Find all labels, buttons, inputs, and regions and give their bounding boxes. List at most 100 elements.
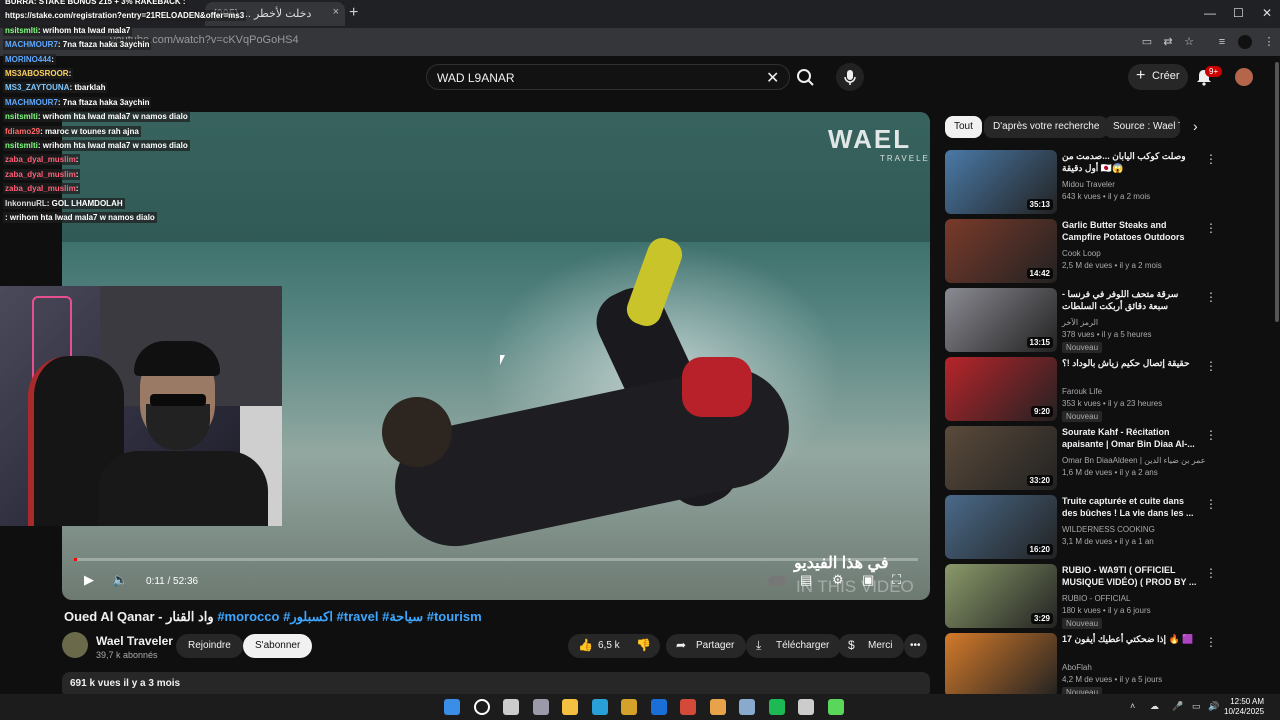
scrollbar[interactable] xyxy=(1275,62,1279,322)
tray-chevron-icon[interactable]: ˄ xyxy=(1130,701,1135,711)
rec-title[interactable]: RUBIO - WA9TI ( OFFICIEL MUSIQUE VIDÉO) … xyxy=(1062,564,1200,588)
subtitles-icon[interactable]: ▤ xyxy=(800,572,812,588)
recommended-video[interactable]: 33:20 Sourate Kahf - Récitation apaisante… xyxy=(945,426,1217,492)
taskbar-app-icon[interactable] xyxy=(798,699,814,715)
channel-avatar[interactable] xyxy=(62,632,88,658)
taskbar-app-icon[interactable] xyxy=(532,699,549,715)
new-tab-button[interactable]: + xyxy=(349,4,358,22)
profile-icon[interactable] xyxy=(1238,35,1252,49)
rec-channel[interactable]: الرمز الآخر xyxy=(1062,318,1098,327)
more-actions-button[interactable]: ••• xyxy=(904,634,927,658)
tab-close-icon[interactable]: × xyxy=(333,6,339,18)
user-avatar[interactable] xyxy=(1235,68,1253,86)
create-button[interactable]: + Créer xyxy=(1128,64,1188,90)
recommended-video[interactable]: 13:15 سرقة متحف اللوفر في فرنسا - سبعة دق… xyxy=(945,288,1217,354)
video-thumbnail[interactable]: 9:20 xyxy=(945,357,1057,421)
miniplayer-icon[interactable]: ▣ xyxy=(862,572,874,588)
taskbar-app-icon[interactable] xyxy=(591,699,608,715)
system-clock[interactable]: 12:50 AM 10/24/2025 xyxy=(1224,697,1264,717)
search-input[interactable]: WAD L9ANAR xyxy=(426,64,790,90)
more-options-icon[interactable]: ⋮ xyxy=(1205,290,1217,304)
autoplay-toggle[interactable] xyxy=(768,576,786,586)
mic-tray-icon[interactable]: 🎤 xyxy=(1172,701,1183,712)
volume-icon[interactable]: 🔈 xyxy=(112,572,128,588)
browser-menu-icon[interactable]: ⋮ xyxy=(1262,35,1276,49)
subscribe-button[interactable]: S'abonner xyxy=(243,634,313,658)
rec-title[interactable]: إذا ضحكتي أعطيك أيفون 17 🔥 🟪 xyxy=(1062,633,1200,645)
play-icon[interactable]: ▶ xyxy=(84,572,94,588)
more-options-icon[interactable]: ⋮ xyxy=(1205,221,1217,235)
recommended-video[interactable]: 9:20 حقيقة إتصال حكيم زياش بالوداد !؟ Faro… xyxy=(945,357,1217,423)
video-thumbnail[interactable]: 13:15 xyxy=(945,288,1057,352)
rec-title[interactable]: وصلت كوكب اليابان ...صدمت من أول دقيقة 🇯… xyxy=(1062,150,1200,174)
close-window-button[interactable]: ✕ xyxy=(1262,6,1272,20)
chip-related[interactable]: D'après votre recherche xyxy=(984,116,1109,138)
rec-title[interactable]: Truite capturée et cuite dans des bûches… xyxy=(1062,495,1200,519)
share-button[interactable]: ➦ Partager xyxy=(666,634,747,658)
rec-channel[interactable]: Omar Bn DiaaAldeen | عمر بن ضياء الدين xyxy=(1062,456,1206,465)
recommended-video[interactable]: 35:13 وصلت كوكب اليابان ...صدمت من أول دق… xyxy=(945,150,1217,216)
chip-all[interactable]: Tout xyxy=(945,116,982,138)
taskbar-app-icon[interactable] xyxy=(650,699,667,715)
taskbar-app-icon[interactable] xyxy=(473,699,490,715)
taskbar-app-icon[interactable] xyxy=(444,699,460,715)
clear-search-icon[interactable]: ✕ xyxy=(766,68,779,88)
search-button[interactable] xyxy=(790,62,822,92)
video-thumbnail[interactable]: 16:20 xyxy=(945,495,1057,559)
rec-channel[interactable]: AboFlah xyxy=(1062,663,1092,672)
recommended-video[interactable]: 14:42 Garlic Butter Steaks and Campfire P… xyxy=(945,219,1217,285)
extensions-icon[interactable]: ≡ xyxy=(1215,35,1229,49)
chip-source[interactable]: Source : Wael T xyxy=(1104,116,1180,138)
rec-title[interactable]: Garlic Butter Steaks and Campfire Potato… xyxy=(1062,219,1200,243)
more-options-icon[interactable]: ⋮ xyxy=(1205,152,1217,166)
maximize-button[interactable]: ☐ xyxy=(1233,6,1244,20)
rec-channel[interactable]: Cook Loop xyxy=(1062,249,1101,258)
video-thumbnail[interactable]: 3:29 xyxy=(945,564,1057,628)
rec-channel[interactable]: Farouk Life xyxy=(1062,387,1102,396)
taskbar-app-icon[interactable] xyxy=(739,699,755,715)
chevron-right-icon[interactable]: › xyxy=(1193,118,1198,134)
taskbar-app-icon[interactable] xyxy=(827,699,844,715)
recommended-video[interactable]: 3:29 RUBIO - WA9TI ( OFFICIEL MUSIQUE VID… xyxy=(945,564,1217,630)
rec-title[interactable]: سرقة متحف اللوفر في فرنسا - سبعة دقائق أ… xyxy=(1062,288,1200,314)
progress-bar[interactable] xyxy=(74,558,918,561)
like-count[interactable]: 6,5 k xyxy=(598,640,620,651)
translate-icon[interactable]: ⇄ xyxy=(1161,35,1175,49)
cast-icon[interactable]: ▭ xyxy=(1140,35,1154,49)
rec-channel[interactable]: Midou Traveler xyxy=(1062,180,1115,189)
video-thumbnail[interactable]: 35:13 xyxy=(945,150,1057,214)
taskbar-app-icon[interactable] xyxy=(621,699,637,715)
video-hashtags[interactable]: #morocco #اكسبلور #travel #سياحة #touris… xyxy=(217,609,481,624)
monitor-icon[interactable]: ▭ xyxy=(1192,701,1201,712)
voice-search-button[interactable] xyxy=(836,63,864,91)
download-button[interactable]: ⤓ Télécharger xyxy=(746,634,842,658)
network-icon[interactable]: ☁ xyxy=(1150,701,1159,712)
rec-channel[interactable]: RUBIO - OFFICIAL xyxy=(1062,594,1130,603)
channel-name[interactable]: Wael Traveler xyxy=(96,634,173,648)
settings-gear-icon[interactable]: ⚙ xyxy=(832,572,844,588)
fullscreen-icon[interactable]: ⛶ xyxy=(892,572,901,588)
video-thumbnail[interactable] xyxy=(945,633,1057,697)
taskbar-app-icon[interactable] xyxy=(768,699,785,715)
bookmark-star-icon[interactable]: ☆ xyxy=(1182,35,1196,49)
video-thumbnail[interactable]: 33:20 xyxy=(945,426,1057,490)
more-options-icon[interactable]: ⋮ xyxy=(1205,428,1217,442)
more-options-icon[interactable]: ⋮ xyxy=(1205,635,1217,649)
taskbar-app-icon[interactable] xyxy=(562,699,578,715)
more-options-icon[interactable]: ⋮ xyxy=(1205,566,1217,580)
join-button[interactable]: Rejoindre xyxy=(176,634,243,658)
more-options-icon[interactable]: ⋮ xyxy=(1205,497,1217,511)
thumbs-up-icon[interactable]: 👍 xyxy=(578,638,593,652)
video-thumbnail[interactable]: 14:42 xyxy=(945,219,1057,283)
rec-title[interactable]: حقيقة إتصال حكيم زياش بالوداد !؟ xyxy=(1062,357,1200,369)
recommended-video[interactable]: 16:20 Truite capturée et cuite dans des b… xyxy=(945,495,1217,561)
rec-title[interactable]: Sourate Kahf - Récitation apaisante | Om… xyxy=(1062,426,1200,450)
recommended-video[interactable]: إذا ضحكتي أعطيك أيفون 17 🔥 🟪 AboFlah 4,2 M… xyxy=(945,633,1217,699)
rec-channel[interactable]: WILDERNESS COOKING xyxy=(1062,525,1155,534)
thanks-button[interactable]: $ Merci xyxy=(838,634,905,658)
thumbs-down-icon[interactable]: 👎 xyxy=(636,638,651,652)
taskbar-app-icon[interactable] xyxy=(709,699,726,715)
speaker-icon[interactable]: 🔊 xyxy=(1208,701,1219,712)
taskbar-app-icon[interactable] xyxy=(680,699,696,715)
taskbar-app-icon[interactable] xyxy=(503,699,519,715)
